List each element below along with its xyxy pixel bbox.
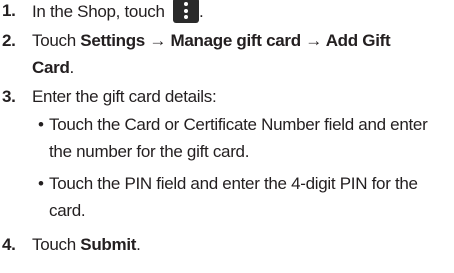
menu-path: Settings → Manage gift card → Add Gift [80, 31, 391, 50]
instruction-list: 1. In the Shop, touch . 2. Touch Setting… [0, 0, 454, 273]
step-number: 4. [2, 235, 16, 254]
step-text-line-1: Touch Settings → Manage gift card → Add … [32, 30, 391, 52]
step-text-line-2: Card. [32, 57, 74, 79]
step-text-before: In the Shop, touch [32, 1, 165, 21]
submit-label: Submit [80, 235, 137, 254]
step-text: Enter the gift card details: [32, 87, 217, 106]
bullet-line: card. [49, 201, 86, 220]
step-number: 3. [2, 87, 16, 106]
step-text: Touch Submit. [32, 234, 442, 256]
step-number: 1. [2, 1, 16, 20]
step-text: In the Shop, touch . [32, 0, 442, 25]
bullet-icon: • [38, 115, 44, 134]
step-number: 2. [2, 31, 16, 50]
bullet-line: the number for the gift card. [49, 142, 250, 161]
step-suffix: . [69, 58, 75, 77]
bullet-line: Touch the PIN field and enter the 4-digi… [49, 174, 418, 193]
bullet-line: Touch the Card or Certificate Number fie… [49, 115, 428, 134]
step-text-after: . [199, 1, 204, 21]
more-options-vertical-dots-icon [173, 0, 200, 23]
step-prefix: Touch [32, 235, 81, 254]
step-suffix: . [136, 235, 141, 254]
step-prefix: Touch [32, 31, 81, 50]
bullet-icon: • [38, 174, 44, 193]
menu-path-continued: Card [32, 58, 70, 77]
